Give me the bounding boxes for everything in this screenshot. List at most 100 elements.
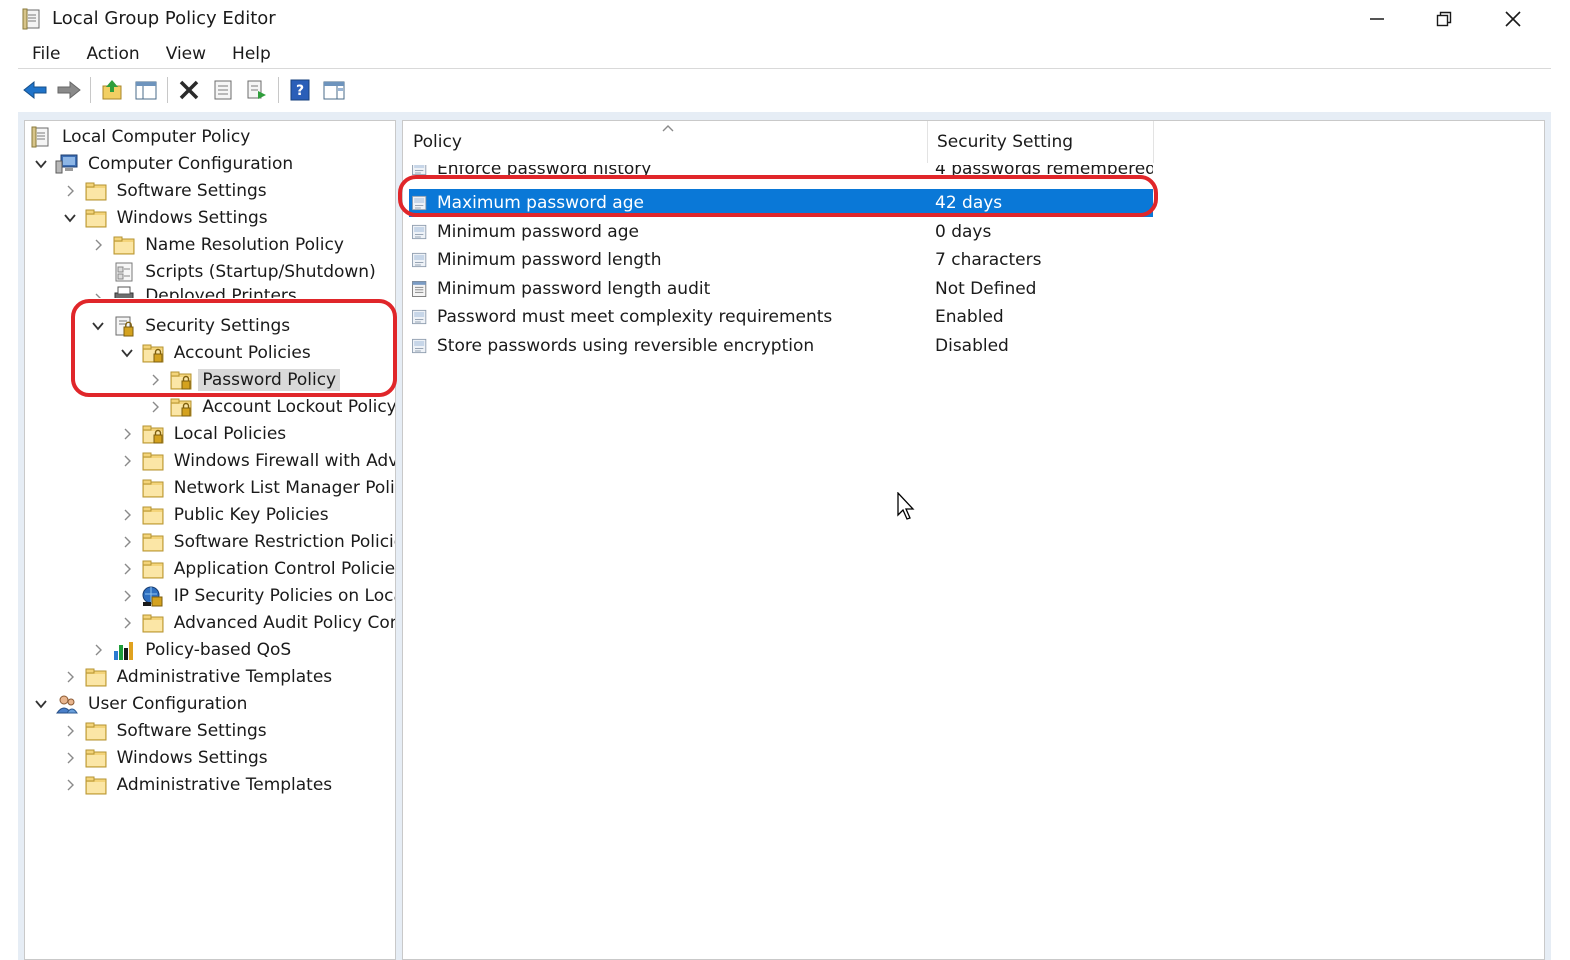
console-view-button[interactable]: [317, 74, 351, 106]
tree-node[interactable]: Password Policy: [141, 366, 341, 393]
expand-toggle[interactable]: [113, 528, 141, 555]
expand-toggle[interactable]: [56, 717, 84, 744]
delete-button[interactable]: [172, 74, 206, 106]
menu-file[interactable]: File: [18, 40, 72, 66]
tree-node[interactable]: Local Computer Policy: [29, 123, 254, 150]
back-button[interactable]: [18, 74, 52, 106]
expand-toggle[interactable]: [113, 447, 141, 474]
tree-node[interactable]: Windows Firewall with Adva: [113, 447, 395, 474]
minimize-button[interactable]: [1354, 4, 1400, 34]
menu-help[interactable]: Help: [218, 40, 283, 66]
expand-toggle[interactable]: [56, 177, 84, 204]
export-list-button[interactable]: [240, 74, 274, 106]
window-title: Local Group Policy Editor: [52, 8, 276, 29]
policy-row[interactable]: Minimum password length audit Not Defined: [409, 275, 1153, 303]
expand-toggle[interactable]: [84, 285, 112, 298]
collapse-toggle[interactable]: [56, 204, 84, 231]
column-security-setting[interactable]: Security Setting: [927, 121, 1153, 163]
collapse-toggle[interactable]: [27, 690, 55, 717]
tree-node[interactable]: IP Security Policies on Local: [113, 582, 395, 609]
expand-toggle[interactable]: [113, 501, 141, 528]
collapse-toggle[interactable]: [84, 312, 112, 339]
tree-node-label: Password Policy: [198, 368, 341, 391]
chevron-down-icon: [121, 348, 133, 357]
tree-node-label: Application Control Policies: [173, 558, 396, 579]
tree-node[interactable]: Computer Configuration: [27, 150, 297, 177]
column-divider[interactable]: [1153, 121, 1154, 163]
console-tree[interactable]: Local Computer Policy Computer Configurat…: [24, 120, 396, 960]
forward-arrow-icon: [57, 80, 81, 100]
tree-node[interactable]: Network List Manager Polic: [113, 474, 395, 501]
properties-button[interactable]: [206, 74, 240, 106]
expand-toggle[interactable]: [141, 393, 169, 420]
audit-setting-icon: [412, 280, 427, 297]
tree-node-icon: [84, 666, 108, 688]
expand-toggle[interactable]: [113, 582, 141, 609]
expand-toggle[interactable]: [56, 771, 84, 798]
collapse-toggle[interactable]: [113, 339, 141, 366]
chevron-right-icon: [124, 428, 131, 439]
policy-row-icon: [409, 249, 431, 271]
expand-toggle[interactable]: [56, 744, 84, 771]
tree-node[interactable]: Software Restriction Policie: [113, 528, 395, 555]
collapse-toggle[interactable]: [27, 150, 55, 177]
expand-toggle[interactable]: [84, 231, 112, 258]
tree-node[interactable]: Account Lockout Policy: [141, 393, 395, 420]
tree-node[interactable]: Application Control Policies: [113, 555, 396, 582]
policy-row[interactable]: Minimum password age 0 days: [409, 218, 1153, 246]
policy-row[interactable]: Maximum password age 42 days: [409, 189, 1153, 217]
up-one-level-button[interactable]: [95, 74, 129, 106]
tree-node[interactable]: Administrative Templates: [56, 771, 337, 798]
tree-node[interactable]: Account Policies: [113, 339, 315, 366]
tree-node[interactable]: Security Settings: [84, 312, 294, 339]
tree-node[interactable]: Policy-based QoS: [84, 636, 295, 663]
menu-action[interactable]: Action: [72, 40, 151, 66]
tree-node[interactable]: Administrative Templates: [56, 663, 337, 690]
policy-row-icon: [409, 165, 431, 179]
policy-row[interactable]: Store passwords using reversible encrypt…: [409, 332, 1153, 360]
tree-node[interactable]: Windows Settings: [56, 204, 272, 231]
policy-row[interactable]: Password must meet complexity requiremen…: [409, 303, 1153, 331]
tree-node[interactable]: User Configuration: [27, 690, 251, 717]
folder-icon: [142, 533, 164, 551]
forward-button[interactable]: [52, 74, 86, 106]
details-pane[interactable]: Policy Security Setting Enforce password…: [402, 120, 1545, 960]
tree-node[interactable]: Scripts (Startup/Shutdown): [84, 258, 380, 285]
show-hide-tree-button[interactable]: [129, 74, 163, 106]
tree-node[interactable]: Windows Settings: [56, 744, 272, 771]
menu-view[interactable]: View: [152, 40, 218, 66]
policy-name: Minimum password length: [437, 250, 662, 271]
export-list-icon: [247, 80, 266, 99]
tree-node[interactable]: Local Policies: [113, 420, 290, 447]
restore-button[interactable]: [1421, 4, 1467, 34]
tree-node[interactable]: Public Key Policies: [113, 501, 333, 528]
tree-node[interactable]: Name Resolution Policy: [84, 231, 348, 258]
security-settings-icon: [115, 316, 134, 336]
expand-toggle[interactable]: [113, 555, 141, 582]
policy-setting-icon: [412, 224, 427, 239]
tree-node[interactable]: Advanced Audit Policy Con: [113, 609, 395, 636]
tree-node[interactable]: Software Settings: [56, 717, 271, 744]
toolbar-separator: [167, 77, 168, 103]
expand-toggle[interactable]: [56, 663, 84, 690]
help-button[interactable]: ?: [283, 74, 317, 106]
printer-icon: [114, 286, 134, 298]
chevron-down-icon: [63, 213, 76, 222]
expand-toggle[interactable]: [113, 609, 141, 636]
expand-toggle[interactable]: [84, 636, 112, 663]
tree-node-icon: [112, 234, 136, 256]
policy-row[interactable]: Minimum password length 7 characters: [409, 246, 1153, 274]
chevron-right-icon: [67, 752, 74, 763]
close-button[interactable]: [1490, 4, 1536, 34]
policy-row-icon: [409, 306, 431, 328]
chevron-right-icon: [67, 185, 74, 196]
expand-toggle[interactable]: [141, 366, 169, 393]
tree-node[interactable]: Deployed Printers: [84, 285, 301, 298]
policy-row[interactable]: Enforce password history 4 passwords reme…: [409, 165, 1153, 179]
tree-node[interactable]: Software Settings: [56, 177, 271, 204]
tree-node-label: Windows Settings: [116, 207, 268, 228]
policy-setting-icon: [412, 310, 427, 325]
expand-toggle[interactable]: [113, 420, 141, 447]
